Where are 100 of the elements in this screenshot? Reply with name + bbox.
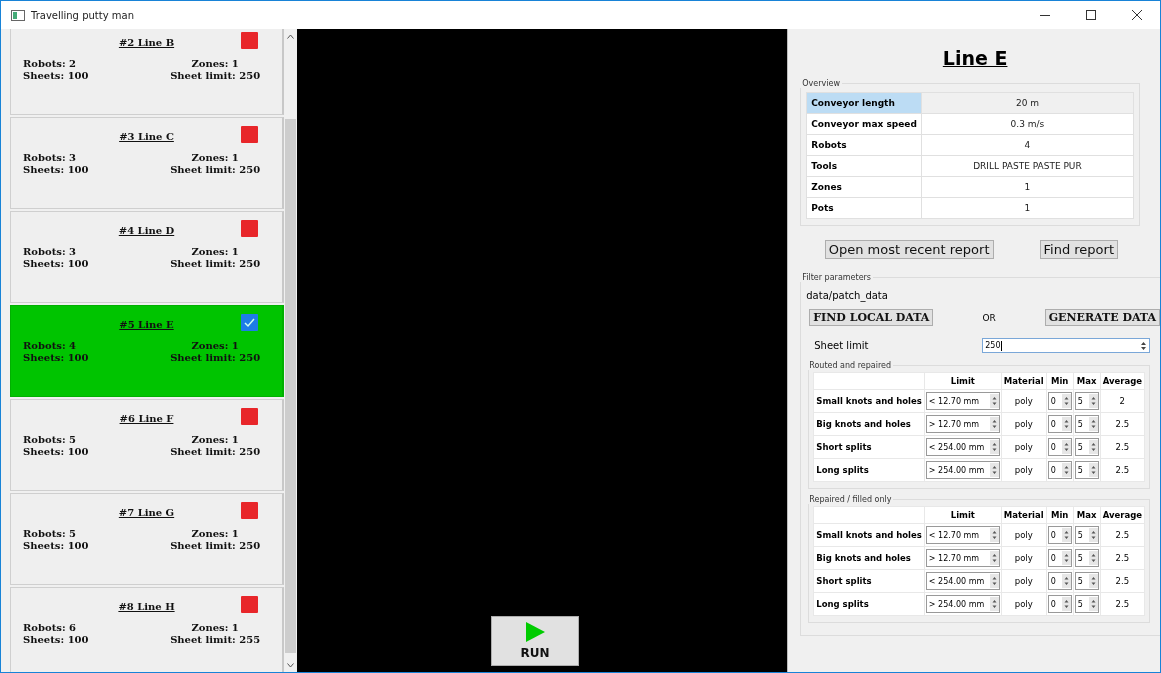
column-header: Average [1100,506,1145,524]
property-name[interactable]: Conveyor length [806,92,922,114]
defect-name: Short splits [813,569,925,593]
min-spinbox[interactable]: 0 [1047,415,1072,433]
sheet-limit-field[interactable]: 250 [982,338,1150,353]
property-name[interactable]: Conveyor max speed [806,113,922,135]
column-header: Min [1046,372,1074,390]
zones-count: Zones: 1 [191,528,239,540]
find-data-button[interactable]: FIND LOCAL DATA [809,309,934,326]
average-cell: 2 [1100,389,1145,413]
property-name[interactable]: Zones [806,176,922,198]
max-spinbox[interactable]: 5 [1074,438,1099,456]
limit-spinbox[interactable]: < 12.70 mm [925,526,1000,544]
sheet-limit: Sheet limit: 255 [170,634,261,646]
line-card[interactable]: #2 Line B Robots: 2 Sheets: 100 Zones: 1 Sheet limit: 250 [10,29,284,115]
zones-count: Zones: 1 [191,58,239,70]
maximize-icon[interactable] [1086,10,1096,20]
window-title: Travelling putty man [31,9,134,21]
sheets-count: Sheets: 100 [23,446,90,458]
min-spinbox[interactable]: 0 [1047,461,1072,479]
column-header: Average [1100,372,1145,390]
limit-spinbox[interactable]: > 254.00 mm [925,595,1000,613]
column-header: Material [1001,372,1047,390]
zones-count: Zones: 1 [191,340,239,352]
status-square-icon [241,220,258,237]
column-header: Material [1001,506,1047,524]
line-card[interactable]: #3 Line C Robots: 3 Sheets: 100 Zones: 1 Sheet limit: 250 [10,117,284,209]
property-name[interactable]: Tools [806,155,922,177]
max-spinbox[interactable]: 5 [1074,526,1099,544]
spin-arrows-icon[interactable] [1140,340,1147,351]
play-icon [525,622,545,642]
zones-count: Zones: 1 [191,246,239,258]
report-button[interactable]: Find report [1039,240,1118,259]
property-name[interactable]: Pots [806,197,922,219]
property-value: 4 [921,134,1134,156]
defect-name: Short splits [813,435,925,459]
robots-count: Robots: 2 [23,58,78,70]
max-spinbox[interactable]: 5 [1074,415,1099,433]
generate-data-button[interactable]: GENERATE DATA [1044,309,1160,326]
line-card[interactable]: #4 Line D Robots: 3 Sheets: 100 Zones: 1 Sheet limit: 250 [10,211,284,303]
scroll-up-icon[interactable] [287,34,294,39]
material-cell: poly [1001,592,1047,616]
property-value: DRILL PASTE PASTE PUR [921,155,1134,177]
average-cell: 2.5 [1100,546,1145,570]
limit-spinbox[interactable]: > 12.70 mm [925,549,1000,567]
sheet-limit: Sheet limit: 250 [170,70,261,82]
robots-count: Robots: 5 [23,528,78,540]
sheet-limit-label: Sheet limit [814,340,870,351]
data-path: data/patch_data [806,290,889,301]
average-cell: 2.5 [1100,592,1145,616]
min-spinbox[interactable]: 0 [1047,392,1072,410]
checkbox-icon[interactable] [241,314,258,331]
sheet-limit: Sheet limit: 250 [170,540,261,552]
status-square-icon [241,596,258,613]
limit-spinbox[interactable]: < 254.00 mm [925,572,1000,590]
limit-spinbox[interactable]: > 12.70 mm [925,415,1000,433]
material-cell: poly [1001,435,1047,459]
column-header: Limit [924,372,1002,390]
property-value: 20 m [921,92,1134,114]
robots-count: Robots: 5 [23,434,78,446]
status-square-icon [241,126,258,143]
max-spinbox[interactable]: 5 [1074,572,1099,590]
status-square-icon [241,408,258,425]
zones-count: Zones: 1 [191,622,239,634]
max-spinbox[interactable]: 5 [1074,549,1099,567]
scroll-thumb[interactable] [285,119,296,653]
close-icon[interactable] [1132,10,1142,20]
min-spinbox[interactable]: 0 [1047,526,1072,544]
sheets-count: Sheets: 100 [23,70,90,82]
max-spinbox[interactable]: 5 [1074,461,1099,479]
min-spinbox[interactable]: 0 [1047,549,1072,567]
defect-name: Long splits [813,592,925,616]
sheets-count: Sheets: 100 [23,540,90,552]
sheets-count: Sheets: 100 [23,164,90,176]
average-cell: 2.5 [1100,435,1145,459]
min-spinbox[interactable]: 0 [1047,438,1072,456]
status-square-icon [241,32,258,49]
or-label: OR [982,312,996,323]
line-card[interactable]: #6 Line F Robots: 5 Sheets: 100 Zones: 1 Sheet limit: 250 [10,399,284,491]
limit-spinbox[interactable]: < 254.00 mm [925,438,1000,456]
material-cell: poly [1001,523,1047,547]
scroll-down-icon[interactable] [287,663,294,668]
limit-spinbox[interactable]: < 12.70 mm [925,392,1000,410]
run-button[interactable]: RUN [491,616,579,666]
min-spinbox[interactable]: 0 [1047,595,1072,613]
limit-spinbox[interactable]: > 254.00 mm [925,461,1000,479]
report-button[interactable]: Open most recent report [824,240,994,259]
min-spinbox[interactable]: 0 [1047,572,1072,590]
max-spinbox[interactable]: 5 [1074,392,1099,410]
line-card[interactable]: #7 Line G Robots: 5 Sheets: 100 Zones: 1 Sheet limit: 250 [10,493,284,585]
robots-count: Robots: 6 [23,622,78,634]
sheet-limit: Sheet limit: 250 [170,446,261,458]
line-card[interactable]: #8 Line H Robots: 6 Sheets: 100 Zones: 1 Sheet limit: 255 [10,587,284,672]
max-spinbox[interactable]: 5 [1074,595,1099,613]
property-name[interactable]: Robots [806,134,922,156]
sheets-count: Sheets: 100 [23,258,90,270]
average-cell: 2.5 [1100,523,1145,547]
column-header: Min [1046,506,1074,524]
robots-count: Robots: 3 [23,246,78,258]
line-card[interactable]: #5 Line E Robots: 4 Sheets: 100 Zones: 1 Sheet limit: 250 [10,305,284,397]
